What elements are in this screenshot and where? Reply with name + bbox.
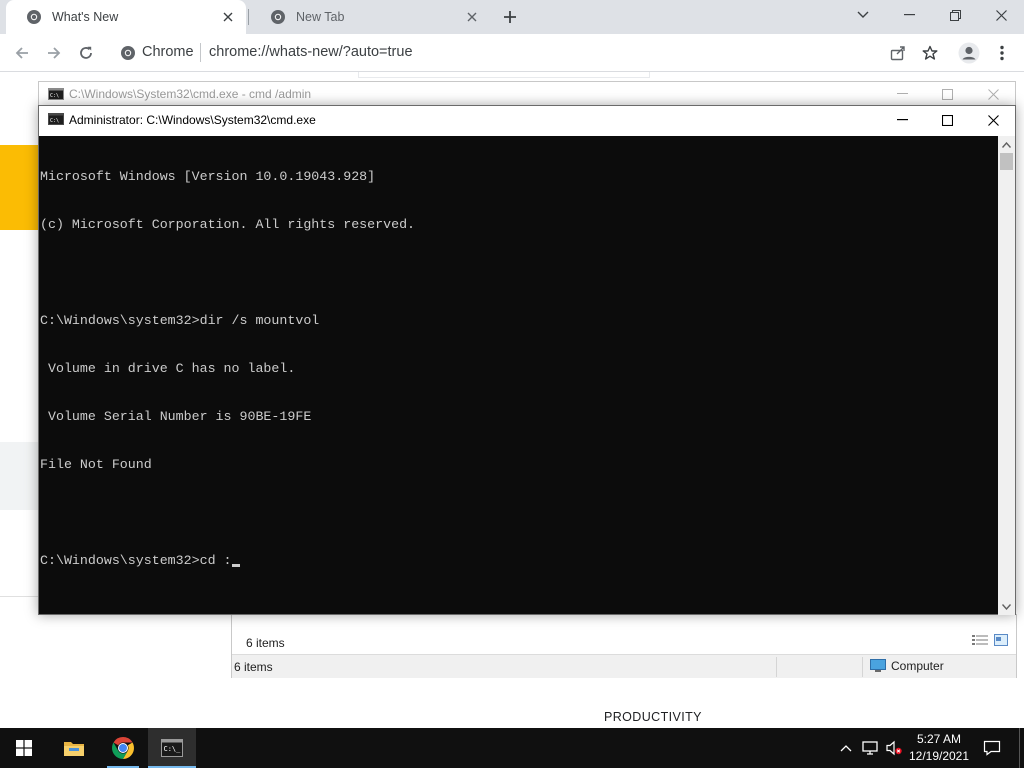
status-divider — [776, 657, 777, 677]
chrome-site-icon — [120, 45, 136, 61]
network-icon[interactable] — [860, 738, 880, 758]
computer-icon — [870, 659, 886, 672]
explorer-items-count: 6 items — [246, 636, 285, 650]
tab-divider — [248, 9, 249, 25]
file-explorer-window: 6 items 6 items Computer — [231, 614, 1017, 678]
tab-whats-new[interactable]: What's New — [6, 0, 246, 34]
tab-close-icon[interactable] — [220, 9, 236, 25]
console-prompt-line[interactable]: C:\Windows\system32>cd : — [40, 553, 998, 569]
console-line: Volume in drive C has no label. — [40, 361, 296, 376]
page-grey-card — [0, 442, 40, 510]
large-icons-view-icon[interactable] — [994, 634, 1008, 649]
status-location: Computer — [870, 659, 944, 673]
windows-logo-icon — [16, 740, 32, 756]
start-button[interactable] — [0, 728, 48, 768]
profile-avatar-button[interactable] — [954, 38, 984, 68]
browser-tabstrip: What's New New Tab — [0, 0, 1024, 34]
cmd-icon: C:\_ — [161, 739, 183, 757]
page-section-heading: PRODUCTIVITY — [604, 710, 702, 724]
close-button[interactable] — [970, 106, 1016, 134]
cmd-back-title: C:\Windows\System32\cmd.exe - cmd /admin — [69, 87, 312, 101]
status-divider — [862, 657, 863, 677]
taskbar-file-explorer[interactable] — [50, 728, 98, 768]
volume-muted-icon[interactable] — [884, 738, 904, 758]
explorer-view-toggles — [972, 634, 1008, 649]
status-items-count: 6 items — [234, 660, 273, 674]
back-button[interactable] — [7, 38, 37, 68]
console-line: File Not Found — [40, 457, 152, 472]
maximize-button[interactable] — [924, 106, 970, 134]
tab-title: What's New — [52, 10, 119, 24]
scroll-thumb[interactable] — [1000, 153, 1013, 170]
minimize-button[interactable] — [886, 0, 932, 30]
clock-date: 12/19/2021 — [908, 749, 970, 763]
explorer-status-bar: 6 items Computer — [232, 654, 1016, 678]
minimize-button[interactable] — [879, 106, 925, 134]
omnibox[interactable]: Chrome chrome://whats-new/?auto=true — [110, 37, 950, 68]
svg-text:C:\: C:\ — [50, 118, 59, 124]
close-button[interactable] — [970, 82, 1016, 106]
text-cursor — [231, 564, 240, 567]
share-icon[interactable] — [888, 43, 908, 63]
clock-time: 5:27 AM — [916, 732, 962, 746]
omnibox-separator — [200, 43, 201, 62]
taskbar-chrome[interactable] — [99, 728, 147, 768]
cmd-icon: C:\ — [48, 88, 64, 103]
page-top-hint — [358, 72, 650, 78]
chrome-favicon-icon — [270, 9, 286, 25]
show-desktop-button[interactable] — [1019, 728, 1024, 768]
cmd-scrollbar[interactable] — [998, 136, 1015, 615]
site-chip: Chrome — [142, 44, 194, 60]
restore-button[interactable] — [932, 0, 978, 30]
bookmark-star-icon[interactable] — [920, 43, 940, 63]
console-line: C:\Windows\system32>dir /s mountvol — [40, 313, 320, 328]
folder-icon — [64, 742, 84, 756]
cmd-title: Administrator: C:\Windows\System32\cmd.e… — [69, 113, 316, 127]
cmd-window[interactable]: C:\ Administrator: C:\Windows\System32\c… — [38, 105, 1016, 615]
tab-search-button[interactable] — [840, 0, 886, 30]
tab-title: New Tab — [296, 10, 345, 24]
svg-text:C:\: C:\ — [50, 93, 59, 99]
notification-center-icon[interactable] — [980, 738, 1004, 758]
taskbar-command-prompt[interactable]: C:\_ — [148, 728, 196, 768]
cmd-icon: C:\ — [48, 113, 64, 128]
svg-text:C:\_: C:\_ — [164, 745, 182, 753]
omnibox-url[interactable]: chrome://whats-new/?auto=true — [209, 44, 413, 60]
console-line: (c) Microsoft Corporation. All rights re… — [40, 217, 416, 232]
tab-close-icon[interactable] — [464, 9, 480, 25]
new-tab-button[interactable] — [498, 5, 522, 29]
scroll-down-arrow-icon[interactable] — [998, 598, 1015, 615]
tray-overflow-chevron-icon[interactable] — [836, 738, 856, 758]
console-prompt: C:\Windows\system32>cd : — [40, 553, 232, 568]
page-yellow-illustration — [0, 145, 40, 230]
reload-button[interactable] — [71, 38, 101, 68]
chrome-menu-button[interactable] — [987, 38, 1017, 68]
minimize-button[interactable] — [879, 82, 925, 106]
details-view-icon[interactable] — [972, 634, 988, 649]
status-location-label: Computer — [891, 659, 944, 673]
system-clock[interactable]: 5:27 AM 12/19/2021 — [904, 731, 974, 765]
console-line: Volume Serial Number is 90BE-19FE — [40, 409, 312, 424]
cmd-title-bar[interactable]: C:\ Administrator: C:\Windows\System32\c… — [39, 106, 1015, 136]
taskbar: C:\_ 5:27 AM 12/19/2021 — [0, 728, 1024, 768]
console-output[interactable]: Microsoft Windows [Version 10.0.19043.92… — [40, 137, 998, 615]
scroll-up-arrow-icon[interactable] — [998, 136, 1015, 153]
chrome-logo-icon — [112, 737, 134, 759]
maximize-button[interactable] — [924, 82, 970, 106]
chrome-favicon-icon — [26, 9, 42, 25]
forward-button[interactable] — [39, 38, 69, 68]
close-window-button[interactable] — [978, 0, 1024, 30]
tab-new-tab[interactable]: New Tab — [250, 0, 490, 34]
browser-toolbar: Chrome chrome://whats-new/?auto=true — [0, 34, 1024, 72]
console-line: Microsoft Windows [Version 10.0.19043.92… — [40, 169, 376, 184]
